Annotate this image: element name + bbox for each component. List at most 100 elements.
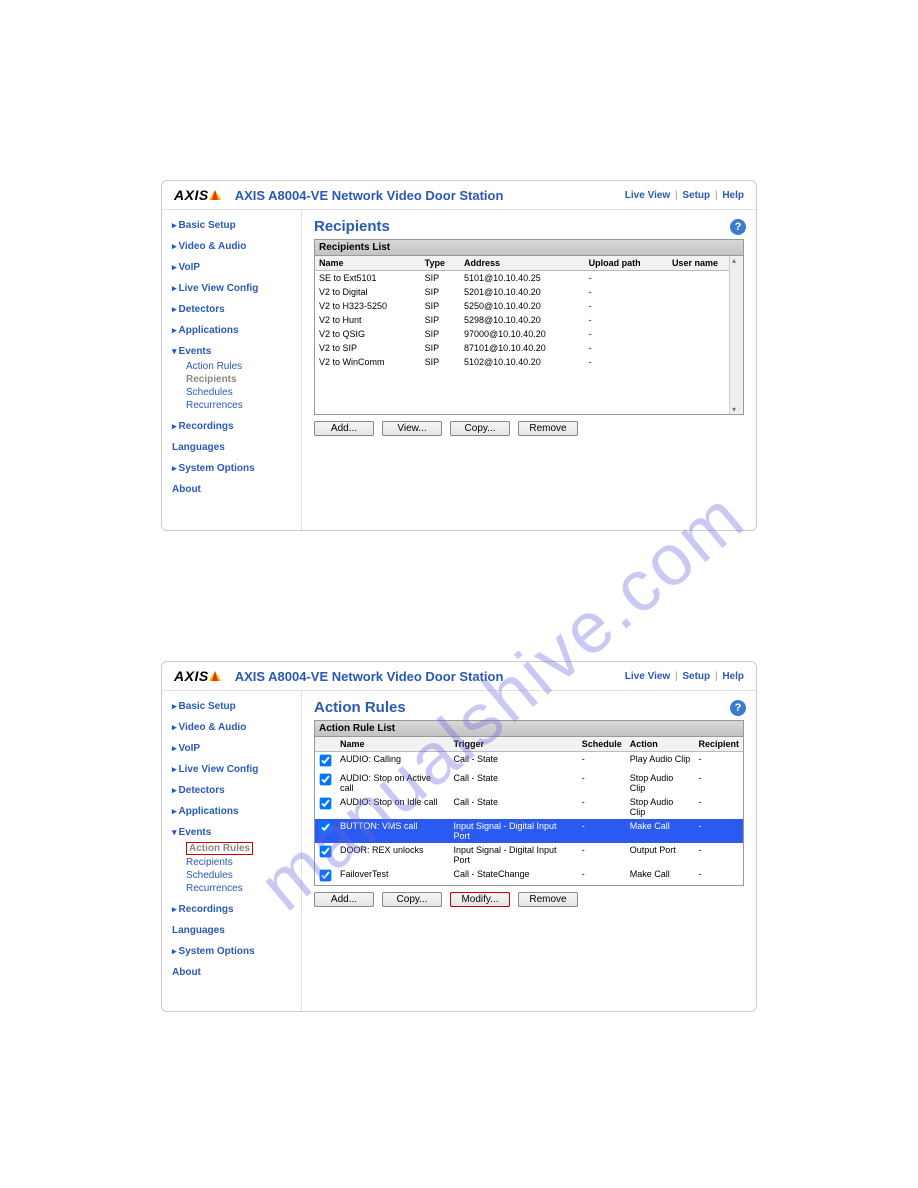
cell-type: SIP — [421, 313, 460, 327]
copy-button[interactable]: Copy... — [382, 892, 442, 907]
sidebar-item-about[interactable]: About — [172, 967, 201, 978]
scrollbar[interactable]: ▴▾ — [729, 256, 743, 414]
sidebar: Basic Setup Video & Audio VoIP Live View Co… — [162, 691, 302, 1011]
table-row[interactable]: V2 to QSIGSIP97000@10.10.40.20- — [315, 327, 743, 341]
actionrules-button-row: Add... Copy... Modify... Remove — [314, 892, 744, 907]
cell-trigger: Input Signal - Digital Input Port — [449, 819, 577, 843]
topnav-sep: | — [713, 190, 720, 201]
sidebar-item-live-view-config[interactable]: Live View Config — [172, 764, 258, 775]
window-action-rules: AXIS AXIS A8004-VE Network Video Door St… — [161, 661, 757, 1012]
sidebar-item-languages[interactable]: Languages — [172, 442, 225, 453]
cell-address: 87101@10.10.40.20 — [460, 341, 585, 355]
page-title: Recipients — [314, 218, 744, 235]
enable-checkbox[interactable] — [320, 822, 332, 834]
enable-checkbox[interactable] — [320, 774, 332, 786]
cell-schedule: - — [578, 867, 626, 886]
view-button[interactable]: View... — [382, 421, 442, 436]
sidebar-item-events[interactable]: Events — [172, 346, 211, 357]
modify-button[interactable]: Modify... — [450, 892, 510, 907]
add-button[interactable]: Add... — [314, 892, 374, 907]
sidebar-subitem-action-rules[interactable]: Action Rules — [186, 361, 242, 372]
cell-upload: - — [585, 299, 668, 313]
sidebar-item-basic-setup[interactable]: Basic Setup — [172, 220, 236, 231]
cell-action: Output Port — [626, 843, 695, 867]
topnav-sep: | — [713, 671, 720, 682]
sidebar-item-applications[interactable]: Applications — [172, 325, 239, 336]
column-header: Name — [315, 256, 421, 271]
table-row[interactable]: V2 to DigitalSIP5201@10.10.40.20- — [315, 285, 743, 299]
actionrules-list-label: Action Rule List — [314, 720, 744, 736]
sidebar: Basic Setup Video & Audio VoIP Live View Co… — [162, 210, 302, 530]
cell-address: 5102@10.10.40.20 — [460, 355, 585, 369]
cell-name: V2 to H323-5250 — [315, 299, 421, 313]
sidebar-subitem-recurrences[interactable]: Recurrences — [186, 883, 243, 894]
table-row[interactable]: V2 to H323-5250SIP5250@10.10.40.20- — [315, 299, 743, 313]
sidebar-subitem-recurrences[interactable]: Recurrences — [186, 400, 243, 411]
table-row[interactable]: FailoverTestCall - StateChange-Make Call… — [315, 867, 743, 886]
table-row[interactable]: AUDIO: Stop on Idle callCall - State-Sto… — [315, 795, 743, 819]
table-row[interactable]: AUDIO: CallingCall - State-Play Audio Cl… — [315, 752, 743, 772]
cell-name: AUDIO: Stop on Idle call — [336, 795, 449, 819]
sidebar-item-recordings[interactable]: Recordings — [172, 904, 234, 915]
cell-address: 5201@10.10.40.20 — [460, 285, 585, 299]
topnav-help[interactable]: Help — [722, 190, 744, 201]
help-icon[interactable]: ? — [730, 700, 746, 716]
topnav-liveview[interactable]: Live View — [625, 671, 670, 682]
sidebar-subitem-schedules[interactable]: Schedules — [186, 387, 233, 398]
sidebar-item-detectors[interactable]: Detectors — [172, 304, 225, 315]
sidebar-item-applications[interactable]: Applications — [172, 806, 239, 817]
sidebar-item-recordings[interactable]: Recordings — [172, 421, 234, 432]
logo: AXIS — [174, 668, 221, 684]
sidebar-item-system-options[interactable]: System Options — [172, 946, 255, 957]
table-row[interactable]: V2 to SIPSIP87101@10.10.40.20- — [315, 341, 743, 355]
sidebar-item-languages[interactable]: Languages — [172, 925, 225, 936]
enable-checkbox[interactable] — [320, 755, 332, 767]
cell-upload: - — [585, 285, 668, 299]
sidebar-item-live-view-config[interactable]: Live View Config — [172, 283, 258, 294]
product-title: AXIS A8004-VE Network Video Door Station — [235, 188, 504, 203]
add-button[interactable]: Add... — [314, 421, 374, 436]
page-title: Action Rules — [314, 699, 744, 716]
sidebar-item-basic-setup[interactable]: Basic Setup — [172, 701, 236, 712]
table-row[interactable]: V2 to HuntSIP5298@10.10.40.20- — [315, 313, 743, 327]
help-icon[interactable]: ? — [730, 219, 746, 235]
actionrules-list-box: NameTriggerScheduleActionRecipient AUDIO… — [314, 736, 744, 886]
enable-checkbox[interactable] — [320, 798, 332, 810]
column-header: Type — [421, 256, 460, 271]
copy-button[interactable]: Copy... — [450, 421, 510, 436]
sidebar-item-video-audio[interactable]: Video & Audio — [172, 722, 246, 733]
sidebar-subitem-action-rules[interactable]: Action Rules — [189, 843, 250, 854]
remove-button[interactable]: Remove — [518, 892, 578, 907]
table-row[interactable]: DOOR: REX unlocksInput Signal - Digital … — [315, 843, 743, 867]
topnav-setup[interactable]: Setup — [682, 671, 710, 682]
topnav-liveview[interactable]: Live View — [625, 190, 670, 201]
topnav-setup[interactable]: Setup — [682, 190, 710, 201]
sidebar-item-voip[interactable]: VoIP — [172, 743, 200, 754]
main-content: Action Rules Action Rule List NameTrigge… — [302, 691, 756, 1011]
sidebar-subitem-recipients[interactable]: Recipients — [186, 374, 237, 385]
table-row[interactable]: SE to Ext5101SIP5101@10.10.40.25- — [315, 271, 743, 286]
table-row[interactable]: V2 to WinCommSIP5102@10.10.40.20- — [315, 355, 743, 369]
table-row[interactable]: AUDIO: Stop on Active callCall - State-S… — [315, 771, 743, 795]
sidebar-item-voip[interactable]: VoIP — [172, 262, 200, 273]
enable-checkbox[interactable] — [320, 870, 332, 882]
table-row[interactable]: BUTTON: VMS callInput Signal - Digital I… — [315, 819, 743, 843]
cell-schedule: - — [578, 771, 626, 795]
sidebar-subitem-schedules[interactable]: Schedules — [186, 870, 233, 881]
sidebar-item-detectors[interactable]: Detectors — [172, 785, 225, 796]
cell-recipient: - — [694, 867, 743, 886]
cell-name: AUDIO: Calling — [336, 752, 449, 772]
cell-address: 5250@10.10.40.20 — [460, 299, 585, 313]
sidebar-item-about[interactable]: About — [172, 484, 201, 495]
cell-upload: - — [585, 327, 668, 341]
logo-text: AXIS — [174, 187, 209, 203]
enable-checkbox[interactable] — [320, 846, 332, 858]
topnav-sep: | — [673, 671, 680, 682]
sidebar-item-system-options[interactable]: System Options — [172, 463, 255, 474]
sidebar-item-events[interactable]: Events — [172, 827, 211, 838]
logo-text: AXIS — [174, 668, 209, 684]
topnav-help[interactable]: Help — [722, 671, 744, 682]
sidebar-item-video-audio[interactable]: Video & Audio — [172, 241, 246, 252]
sidebar-subitem-recipients[interactable]: Recipients — [186, 857, 233, 868]
remove-button[interactable]: Remove — [518, 421, 578, 436]
